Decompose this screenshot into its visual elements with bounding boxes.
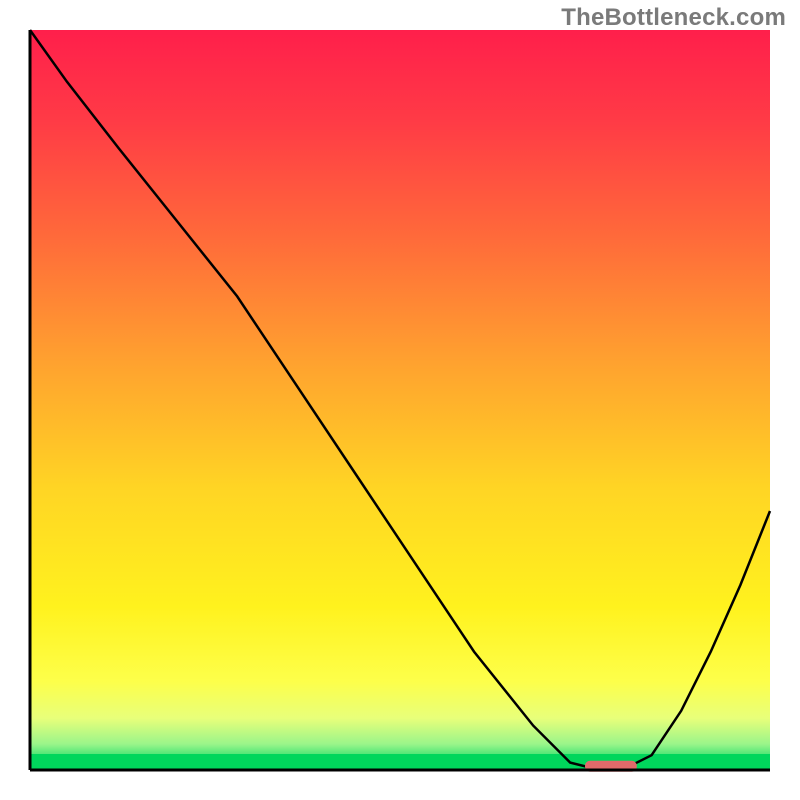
chart-svg	[0, 0, 800, 800]
plot-area	[30, 30, 770, 770]
green-stripe	[30, 754, 770, 770]
watermark-text: TheBottleneck.com	[561, 4, 786, 32]
